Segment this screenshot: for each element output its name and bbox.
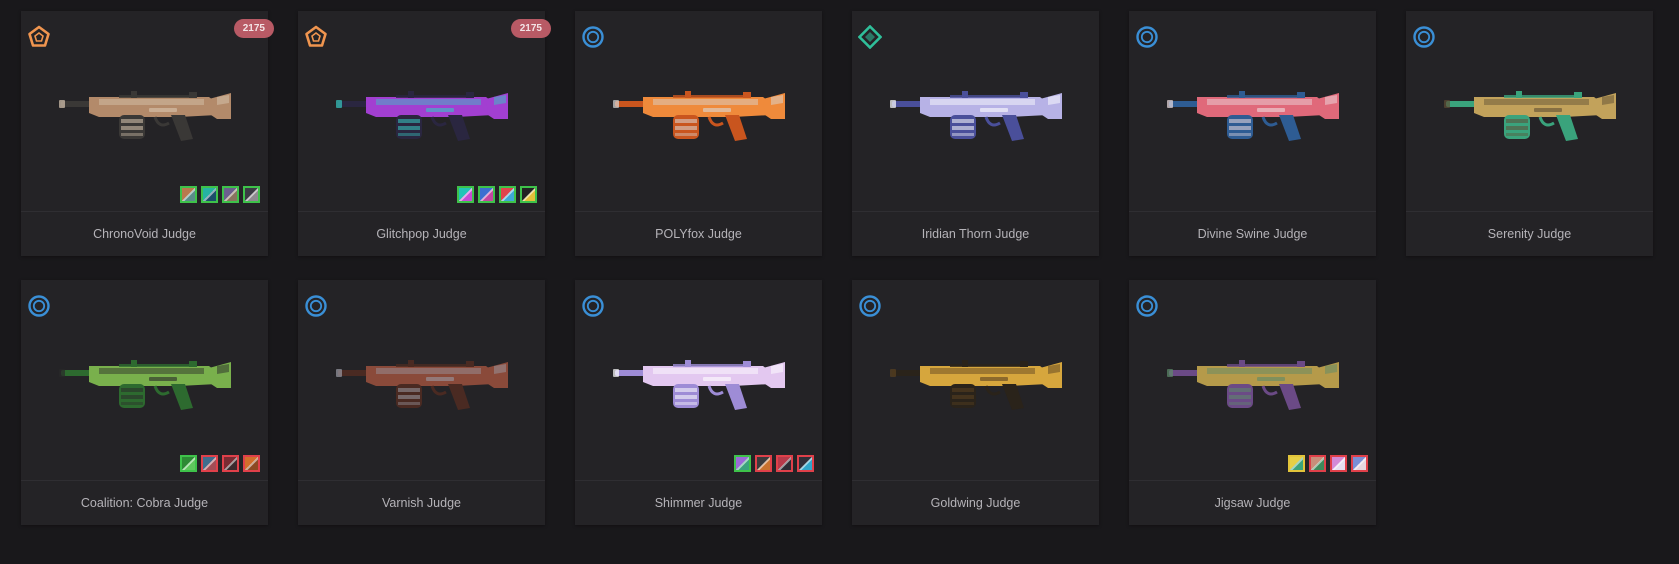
judge-shotgun-image [1444, 83, 1616, 155]
circle-tier-icon [1135, 294, 1159, 318]
skin-card[interactable]: 2175 ChronoVoid Judge [21, 11, 274, 256]
chroma-variants [180, 455, 260, 472]
circle-tier-icon [1135, 25, 1159, 49]
skin-artwork [298, 280, 545, 480]
skin-card[interactable]: Divine Swine Judge [1129, 11, 1376, 256]
price-badge: 2175 [233, 19, 274, 38]
chroma-swatch[interactable] [180, 186, 197, 203]
circle-tier-icon [858, 294, 882, 318]
skin-name: Jigsaw Judge [1214, 496, 1291, 510]
skin-card[interactable]: Serenity Judge [1406, 11, 1653, 256]
chroma-swatch[interactable] [478, 186, 495, 203]
judge-shotgun-image [59, 83, 231, 155]
skin-name: ChronoVoid Judge [93, 227, 196, 241]
skin-artwork: 2175 [21, 11, 274, 211]
skin-name: Shimmer Judge [654, 496, 743, 510]
diamond-tier-icon [857, 24, 883, 50]
chroma-swatch[interactable] [457, 186, 474, 203]
skin-card[interactable]: 2175 Glitchpop Judge [298, 11, 551, 256]
judge-shotgun-image [613, 352, 785, 424]
pentagon-tier-icon [27, 25, 51, 49]
chroma-swatch[interactable] [776, 455, 793, 472]
circle-tier-icon [581, 294, 605, 318]
pentagon-tier-icon [304, 25, 328, 49]
judge-shotgun-image [1167, 352, 1339, 424]
chroma-swatch[interactable] [755, 455, 772, 472]
skin-name: Iridian Thorn Judge [921, 227, 1030, 241]
skin-name: Serenity Judge [1487, 227, 1572, 241]
judge-shotgun-image [890, 352, 1062, 424]
judge-shotgun-image [336, 352, 508, 424]
chroma-swatch[interactable] [1351, 455, 1368, 472]
chroma-swatch[interactable] [243, 186, 260, 203]
chroma-swatch[interactable] [201, 186, 218, 203]
skin-name: Glitchpop Judge [376, 227, 467, 241]
skin-card[interactable]: Coalition: Cobra Judge [21, 280, 268, 525]
chroma-swatch[interactable] [1309, 455, 1326, 472]
judge-shotgun-image [890, 83, 1062, 155]
chroma-variants [457, 186, 537, 203]
circle-tier-icon [581, 25, 605, 49]
chroma-swatch[interactable] [222, 186, 239, 203]
skin-card[interactable]: Jigsaw Judge [1129, 280, 1376, 525]
skin-name: Coalition: Cobra Judge [80, 496, 209, 510]
chroma-variants [180, 186, 260, 203]
skin-artwork [1129, 280, 1376, 480]
judge-shotgun-image [613, 83, 785, 155]
chroma-swatch[interactable] [797, 455, 814, 472]
skin-artwork: 2175 [298, 11, 551, 211]
skin-artwork [1129, 11, 1376, 211]
chroma-swatch[interactable] [201, 455, 218, 472]
skin-artwork [852, 11, 1099, 211]
circle-tier-icon [27, 294, 51, 318]
skin-grid: 2175 ChronoVoid Judge 2175 Glitchpop Judge P… [21, 11, 1653, 525]
price-badge: 2175 [510, 19, 551, 38]
chroma-variants [734, 455, 814, 472]
circle-tier-icon [1412, 25, 1436, 49]
skin-name: Goldwing Judge [930, 496, 1021, 510]
chroma-swatch[interactable] [734, 455, 751, 472]
skin-card[interactable]: Goldwing Judge [852, 280, 1099, 525]
chroma-swatch[interactable] [499, 186, 516, 203]
skin-artwork [575, 11, 822, 211]
skin-card[interactable]: Varnish Judge [298, 280, 545, 525]
chroma-variants [1288, 455, 1368, 472]
skin-name: Divine Swine Judge [1197, 227, 1308, 241]
skin-artwork [21, 280, 268, 480]
chroma-swatch[interactable] [180, 455, 197, 472]
skin-artwork [1406, 11, 1653, 211]
skin-artwork [852, 280, 1099, 480]
skin-artwork [575, 280, 822, 480]
circle-tier-icon [304, 294, 328, 318]
skin-name: Varnish Judge [382, 496, 461, 510]
judge-shotgun-image [59, 352, 231, 424]
skin-card[interactable]: Iridian Thorn Judge [852, 11, 1099, 256]
chroma-swatch[interactable] [1330, 455, 1347, 472]
chroma-swatch[interactable] [222, 455, 239, 472]
judge-shotgun-image [1167, 83, 1339, 155]
judge-shotgun-image [336, 83, 508, 155]
skin-card[interactable]: POLYfox Judge [575, 11, 822, 256]
chroma-swatch[interactable] [520, 186, 537, 203]
skin-card[interactable]: Shimmer Judge [575, 280, 822, 525]
skin-name: POLYfox Judge [655, 227, 742, 241]
chroma-swatch[interactable] [243, 455, 260, 472]
chroma-swatch[interactable] [1288, 455, 1305, 472]
